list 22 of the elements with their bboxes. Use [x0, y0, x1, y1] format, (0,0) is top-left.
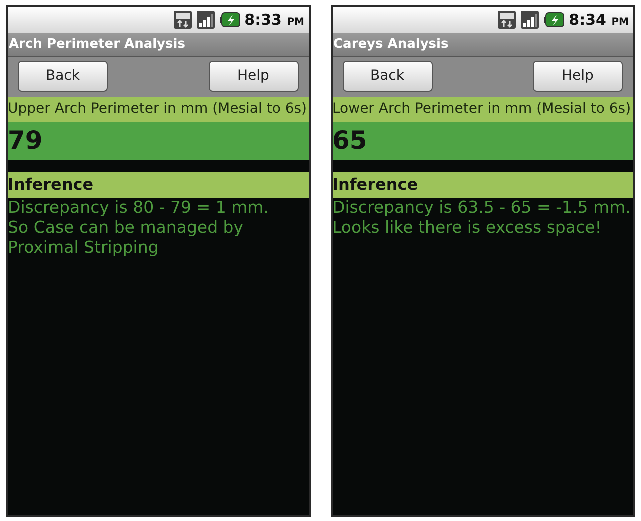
- status-time: 8:33 PM: [244, 10, 304, 31]
- inference-text: Discrepancy is 80 - 79 = 1 mm.: [8, 198, 270, 218]
- inference-text: Looks like there is excess space!: [332, 218, 603, 238]
- title-bar: Careys Analysis: [332, 33, 633, 57]
- app-button[interactable]: Back: [342, 61, 432, 92]
- battery-charging-icon: [544, 12, 564, 28]
- app-button[interactable]: Help: [208, 61, 298, 92]
- inference-heading: Inference: [8, 172, 308, 198]
- field-label: Lower Arch Perimeter in mm (Mesial to 6s): [332, 97, 633, 122]
- value-field[interactable]: 65: [332, 122, 633, 160]
- app-button[interactable]: Help: [533, 61, 623, 92]
- inference-heading: Inference: [332, 172, 633, 198]
- inference-text: So Case can be managed by Proximal Stripping: [8, 218, 245, 258]
- status-time: 8:34 PM: [569, 10, 629, 31]
- field-label: Upper Arch Perimeter in mm (Mesial to 6s): [8, 97, 308, 122]
- signal-icon: [521, 11, 540, 29]
- value-field[interactable]: 79: [8, 122, 308, 160]
- battery-charging-icon: [220, 12, 240, 28]
- title-bar: Arch Perimeter Analysis: [8, 33, 308, 57]
- inference-text: Discrepancy is 63.5 - 65 = -1.5 mm.: [332, 198, 632, 218]
- app-button[interactable]: Back: [18, 61, 108, 92]
- signal-icon: [196, 11, 215, 29]
